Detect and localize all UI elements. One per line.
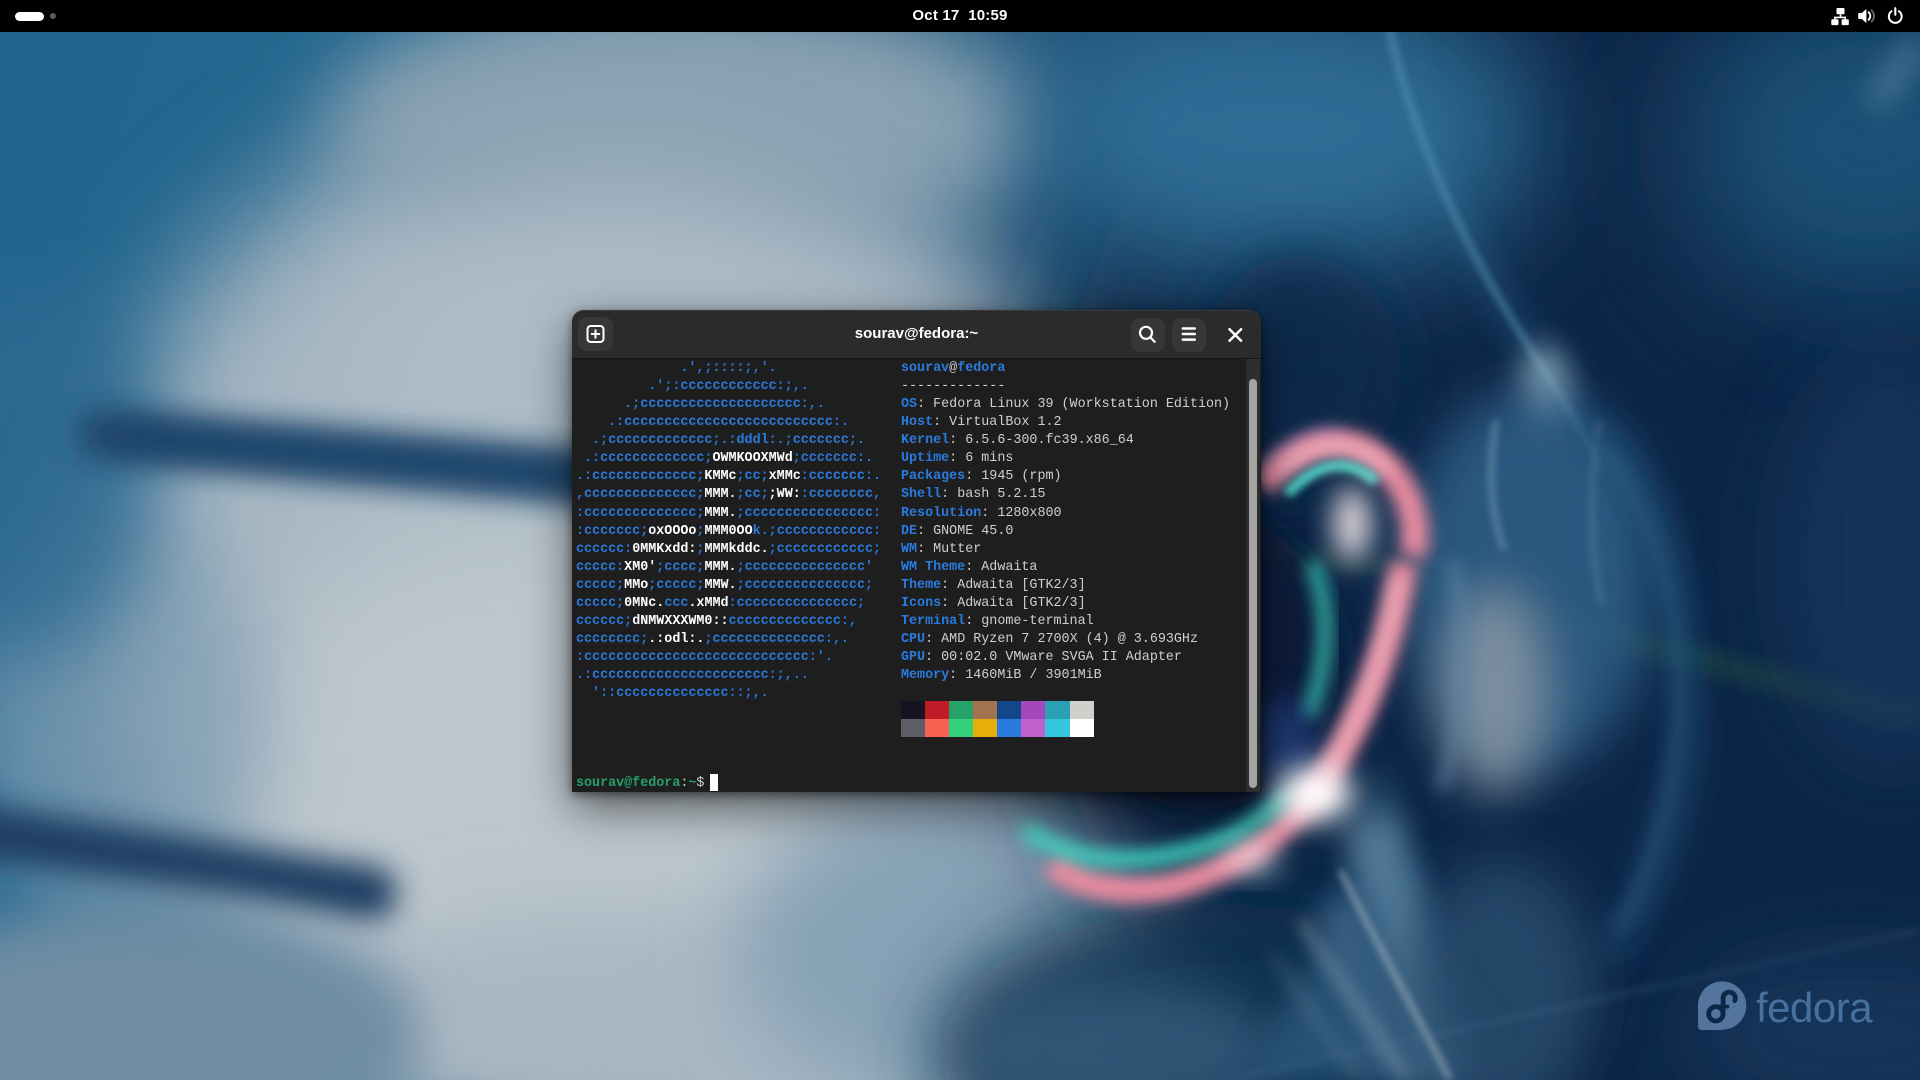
svg-text:fedora: fedora	[1756, 984, 1873, 1031]
